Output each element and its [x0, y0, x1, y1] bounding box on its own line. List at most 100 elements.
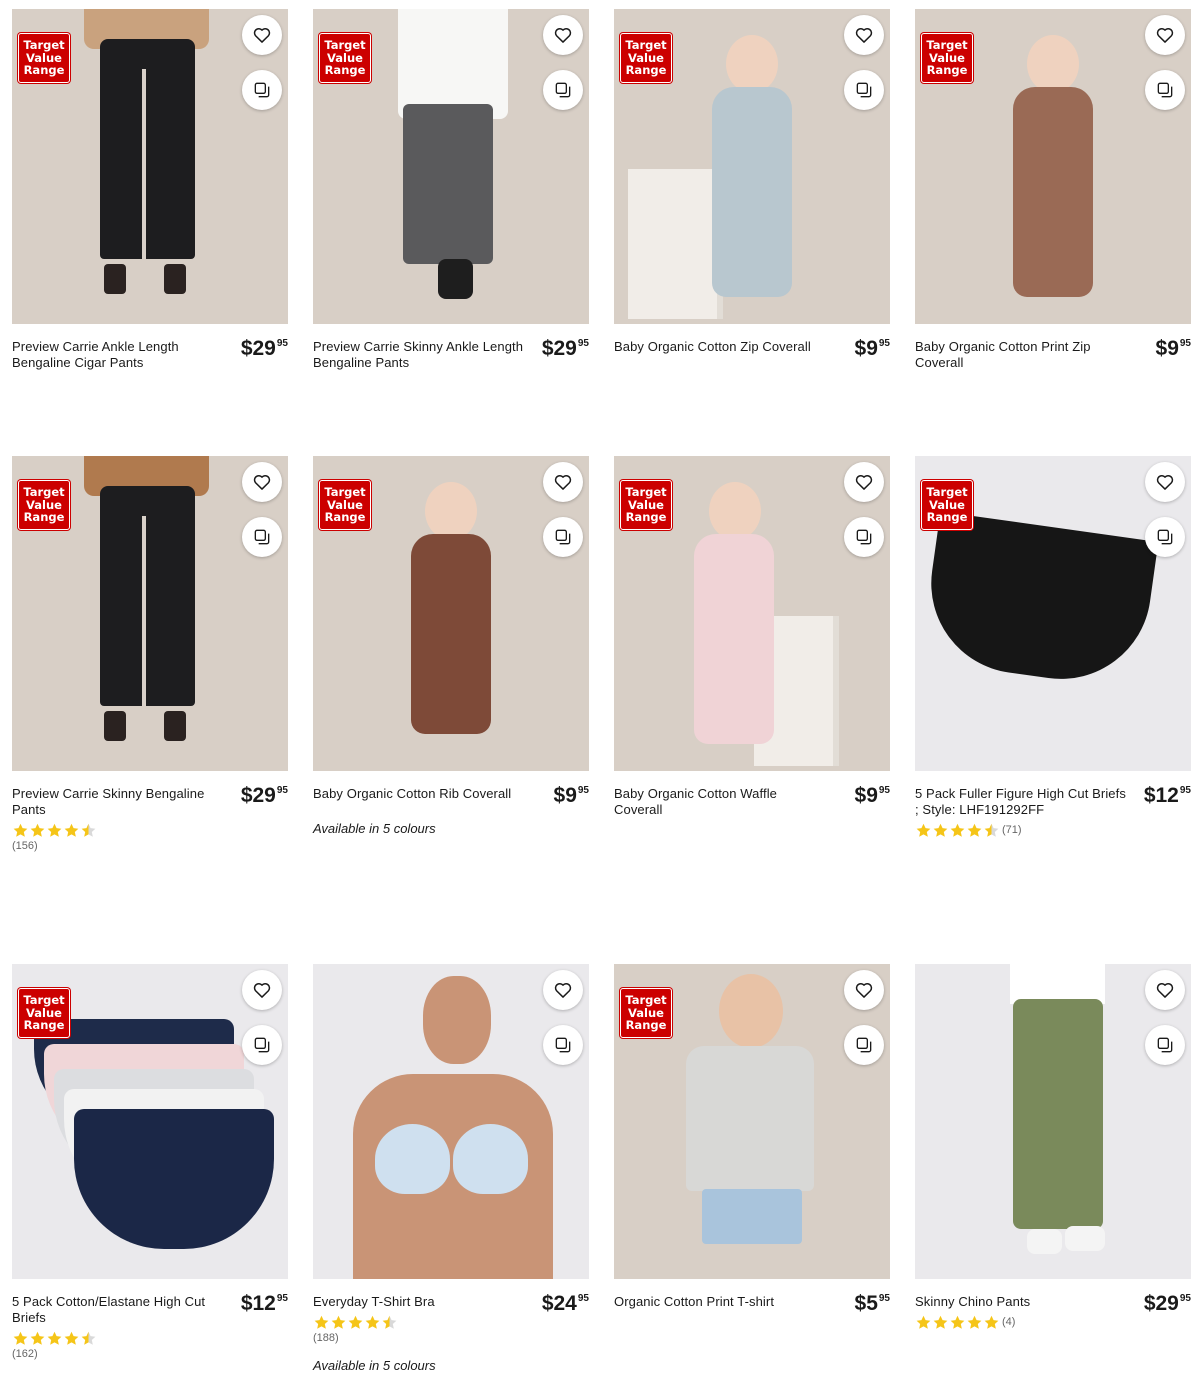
price-dollars: $24 — [541, 1292, 577, 1315]
review-count: (188) — [313, 1332, 339, 1344]
price-cents: 95 — [1179, 338, 1191, 349]
heart-outline-icon — [553, 472, 573, 492]
price-cents: 95 — [878, 785, 890, 796]
target-value-range-badge: Target Value Range — [18, 480, 70, 530]
product-card[interactable]: Target Value Range Baby Organic Cotton Z… — [614, 9, 890, 360]
compare-button[interactable] — [242, 70, 282, 110]
add-to-wishlist-button[interactable] — [844, 970, 884, 1010]
product-name[interactable]: Baby Organic Cotton Print Zip Coverall — [915, 339, 1130, 371]
product-card[interactable]: Target Value Range 5 Pack Fuller Figure … — [915, 456, 1191, 839]
product-card[interactable]: Skinny Chino Pants $29 95 (4) — [915, 964, 1191, 1331]
product-image[interactable]: Target Value Range — [313, 456, 589, 771]
product-price: $9 95 — [554, 784, 589, 808]
product-image[interactable]: Target Value Range — [614, 964, 890, 1279]
stars — [915, 1314, 1000, 1331]
product-info: 5 Pack Fuller Figure High Cut Briefs ; S… — [915, 771, 1191, 839]
product-name[interactable]: Preview Carrie Skinny Bengaline Pants — [12, 786, 227, 818]
compare-squares-icon — [553, 1035, 573, 1055]
star-icon — [950, 823, 965, 837]
add-to-wishlist-button[interactable] — [242, 15, 282, 55]
product-price: $9 95 — [855, 784, 890, 808]
compare-button[interactable] — [543, 517, 583, 557]
stars — [12, 822, 97, 839]
product-name[interactable]: Baby Organic Cotton Waffle Coverall — [614, 786, 829, 818]
add-to-wishlist-button[interactable] — [543, 970, 583, 1010]
target-value-range-badge: Target Value Range — [620, 988, 672, 1038]
product-card[interactable]: Target Value Range Preview Carrie Ankle … — [12, 9, 288, 371]
compare-button[interactable] — [543, 1025, 583, 1065]
product-price: $5 95 — [855, 1292, 890, 1316]
star-rating[interactable] — [12, 1329, 288, 1347]
add-to-wishlist-button[interactable] — [1145, 970, 1185, 1010]
review-count: (156) — [12, 840, 38, 852]
heart-outline-icon — [252, 472, 272, 492]
compare-button[interactable] — [1145, 1025, 1185, 1065]
product-image[interactable]: Target Value Range — [614, 456, 890, 771]
product-card[interactable]: Target Value Range Baby Organic Cotton P… — [915, 9, 1191, 371]
product-image[interactable] — [915, 964, 1191, 1279]
star-rating[interactable]: (71) — [915, 821, 1191, 839]
product-card[interactable]: Target Value Range Baby Organic Cotton W… — [614, 456, 890, 818]
product-card[interactable]: Target Value Range Preview Carrie Skinny… — [12, 456, 288, 852]
product-image[interactable]: Target Value Range — [12, 456, 288, 771]
price-dollars: $9 — [854, 337, 878, 360]
product-name[interactable]: Organic Cotton Print T-shirt — [614, 1294, 829, 1310]
heart-outline-icon — [854, 980, 874, 1000]
product-image[interactable]: Target Value Range — [12, 9, 288, 324]
add-to-wishlist-button[interactable] — [1145, 15, 1185, 55]
product-info: Baby Organic Cotton Rib Coverall $9 95 A… — [313, 771, 589, 836]
add-to-wishlist-button[interactable] — [1145, 462, 1185, 502]
product-image[interactable]: Target Value Range — [915, 9, 1191, 324]
add-to-wishlist-button[interactable] — [543, 462, 583, 502]
product-name[interactable]: Baby Organic Cotton Zip Coverall — [614, 339, 829, 355]
target-value-range-badge: Target Value Range — [319, 33, 371, 83]
product-price: $9 95 — [855, 337, 890, 361]
price-dollars: $29 — [1143, 1292, 1179, 1315]
product-card[interactable]: Target Value Range 5 Pack Cotton/Elastan… — [12, 964, 288, 1360]
product-image[interactable] — [313, 964, 589, 1279]
add-to-wishlist-button[interactable] — [844, 462, 884, 502]
price-cents: 95 — [1179, 785, 1191, 796]
product-image[interactable]: Target Value Range — [915, 456, 1191, 771]
compare-button[interactable] — [1145, 70, 1185, 110]
compare-button[interactable] — [844, 517, 884, 557]
product-name[interactable]: Baby Organic Cotton Rib Coverall — [313, 786, 528, 802]
compare-squares-icon — [252, 527, 272, 547]
product-price: $29 95 — [1144, 1292, 1191, 1316]
product-name[interactable]: 5 Pack Fuller Figure High Cut Briefs ; S… — [915, 786, 1130, 818]
compare-button[interactable] — [1145, 517, 1185, 557]
product-name[interactable]: Preview Carrie Ankle Length Bengaline Ci… — [12, 339, 227, 371]
compare-button[interactable] — [543, 70, 583, 110]
compare-button[interactable] — [242, 1025, 282, 1065]
compare-button[interactable] — [242, 517, 282, 557]
product-image[interactable]: Target Value Range — [12, 964, 288, 1279]
product-image[interactable]: Target Value Range — [313, 9, 589, 324]
add-to-wishlist-button[interactable] — [543, 15, 583, 55]
star-rating[interactable] — [12, 821, 288, 839]
price-dollars: $5 — [854, 1292, 878, 1315]
product-card[interactable]: Everyday T-Shirt Bra $24 95 (188) Availa… — [313, 964, 589, 1373]
star-icon — [933, 823, 948, 837]
product-card[interactable]: Target Value Range Organic Cotton Print … — [614, 964, 890, 1315]
price-cents: 95 — [276, 338, 288, 349]
stars — [12, 1330, 97, 1347]
product-image[interactable]: Target Value Range — [614, 9, 890, 324]
product-card[interactable]: Target Value Range Baby Organic Cotton R… — [313, 456, 589, 836]
compare-squares-icon — [854, 1035, 874, 1055]
price-dollars: $9 — [1155, 337, 1179, 360]
compare-squares-icon — [854, 80, 874, 100]
add-to-wishlist-button[interactable] — [242, 462, 282, 502]
price-cents: 95 — [577, 1293, 589, 1304]
product-name[interactable]: Preview Carrie Skinny Ankle Length Benga… — [313, 339, 528, 371]
star-icon — [47, 1331, 62, 1345]
price-cents: 95 — [276, 785, 288, 796]
add-to-wishlist-button[interactable] — [242, 970, 282, 1010]
product-name[interactable]: Skinny Chino Pants — [915, 1294, 1130, 1310]
compare-button[interactable] — [844, 70, 884, 110]
heart-outline-icon — [553, 980, 573, 1000]
add-to-wishlist-button[interactable] — [844, 15, 884, 55]
compare-button[interactable] — [844, 1025, 884, 1065]
product-card[interactable]: Target Value Range Preview Carrie Skinny… — [313, 9, 589, 371]
product-name[interactable]: Everyday T-Shirt Bra — [313, 1294, 528, 1310]
product-name[interactable]: 5 Pack Cotton/Elastane High Cut Briefs — [12, 1294, 227, 1326]
